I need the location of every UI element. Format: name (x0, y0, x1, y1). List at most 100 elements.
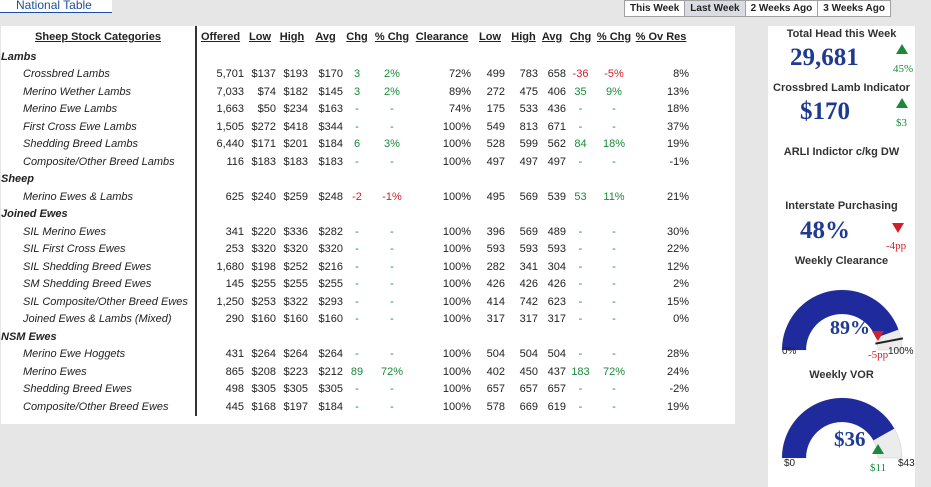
table-row[interactable]: SM Shedding Breed Ewes 145 $255 $255 $255- -1… (1, 275, 689, 293)
high-ckg-cell: 657 (519, 383, 538, 396)
table-row[interactable]: Shedding Breed Ewes 498 $305 $305 $305- -100%… (1, 380, 689, 398)
avg-ckg-cell: 658 (547, 68, 566, 81)
offered-cell: 145 (225, 278, 244, 291)
low-cell: $240 (251, 190, 276, 203)
col-header-pct-chg[interactable]: % Chg (371, 26, 413, 48)
table-row[interactable]: SIL Shedding Breed Ewes 1,680 $198 $252 $216… (1, 258, 689, 276)
high-ckg-cell: 593 (519, 243, 538, 256)
col-header-clearance[interactable]: Clearance (413, 26, 471, 48)
col-header-high-ckg[interactable]: High (509, 26, 538, 48)
low-ckg-cell: 426 (486, 278, 505, 291)
col-header-chg-ckg[interactable]: Chg (566, 26, 595, 48)
clearance-cell: 100% (442, 243, 471, 256)
low-ckg-cell: 317 (486, 313, 505, 326)
avg-cell: $145 (318, 85, 343, 98)
table-row[interactable]: Merino Ewe Hoggets 431 $264 $264 $264- -100% 5… (1, 345, 689, 363)
empty-cell (509, 206, 538, 224)
offered-cell: 1,505 (216, 120, 244, 133)
table-row[interactable]: Shedding Breed Lambs 6,440 $171 $201 $184 6 3%… (1, 135, 689, 153)
chg-ckg-cell: - (578, 260, 583, 273)
low-cell: $253 (251, 295, 276, 308)
high-cell: $305 (283, 383, 308, 396)
chg-cell: 3 (353, 68, 361, 81)
col-header-offered[interactable]: Offered (196, 26, 244, 48)
high-cell: $193 (283, 68, 308, 81)
chg-cell: 6 (353, 138, 361, 151)
pct-chg-ckg-cell: 9% (606, 85, 622, 98)
empty-cell (276, 171, 308, 189)
ov-res-cell: -2% (669, 383, 689, 396)
empty-cell (371, 206, 413, 224)
col-header-ov-res[interactable]: % Ov Res (633, 26, 689, 48)
table-group-row: Lambs (1, 48, 689, 66)
empty-cell (276, 328, 308, 346)
col-header-low[interactable]: Low (244, 26, 276, 48)
offered-cell: 445 (225, 400, 244, 413)
col-header-high[interactable]: High (276, 26, 308, 48)
table-row[interactable]: Merino Wether Lambs 7,033 $74 $182 $145 3 2% 89… (1, 83, 689, 101)
low-cell: $320 (251, 243, 276, 256)
col-header-pct-chg-ckg[interactable]: % Chg (595, 26, 633, 48)
chg-ckg-cell: - (578, 155, 583, 168)
pct-chg-ckg-cell: - (612, 383, 616, 396)
table-row[interactable]: Merino Ewe Lambs 1,663 $50 $234 $163- -74% 175… (1, 100, 689, 118)
empty-cell (509, 48, 538, 66)
empty-cell (413, 171, 471, 189)
category-cell: Merino Ewe Hoggets (1, 345, 197, 363)
avg-ckg-cell: 436 (547, 103, 566, 116)
table-row[interactable]: Composite/Other Breed Lambs 116 $183 $183 $1… (1, 153, 689, 171)
offered-cell: 341 (225, 225, 244, 238)
week-tab-this-week[interactable]: This Week (624, 0, 686, 17)
col-header-low-ckg[interactable]: Low (471, 26, 509, 48)
table-row[interactable]: Merino Ewes 865 $208 $223 $212 89 72% 100% 402 45… (1, 363, 689, 381)
week-tab-2-weeks-ago[interactable]: 2 Weeks Ago (744, 0, 819, 17)
col-header-category[interactable]: Sheep Stock Categories (1, 26, 197, 48)
offered-cell: 6,440 (216, 138, 244, 151)
pct-chg-cell: - (390, 225, 394, 238)
high-cell: $160 (283, 313, 308, 326)
offered-cell: 1,680 (216, 260, 244, 273)
clearance-cell: 100% (442, 383, 471, 396)
high-ckg-cell: 450 (519, 365, 538, 378)
avg-ckg-cell: 539 (547, 190, 566, 203)
table-row[interactable]: Crossbred Lambs 5,701 $137 $193 $170 3 2% 72% 49… (1, 65, 689, 83)
avg-ckg-cell: 619 (547, 400, 566, 413)
table-group-row: NSM Ewes (1, 328, 689, 346)
clearance-cell: 72% (448, 68, 471, 81)
avg-ckg-cell: 671 (547, 120, 566, 133)
empty-cell (244, 328, 276, 346)
col-header-chg[interactable]: Chg (343, 26, 371, 48)
ov-res-cell: 22% (666, 243, 689, 256)
pct-chg-cell: - (390, 103, 394, 116)
table-group-row: Joined Ewes (1, 205, 689, 224)
empty-cell (538, 48, 566, 66)
empty-cell (633, 328, 689, 346)
avg-cell: $293 (318, 295, 343, 308)
table-row[interactable]: SIL Merino Ewes 341 $220 $336 $282- -100% 396 5… (1, 223, 689, 241)
table-row[interactable]: Composite/Other Breed Ewes 445 $168 $197 $18… (1, 398, 689, 416)
avg-ckg-cell: 489 (547, 225, 566, 238)
pct-chg-cell: - (390, 348, 394, 361)
chg-cell: - (355, 348, 359, 361)
low-cell: $255 (251, 278, 276, 291)
table-row[interactable]: Merino Ewes & Lambs 625 $240 $259 $248 -2 -1% 1… (1, 188, 689, 206)
pct-chg-cell: - (390, 120, 394, 133)
table-row[interactable]: Joined Ewes & Lambs (Mixed) 290 $160 $160 $1… (1, 310, 689, 328)
chg-cell: - (355, 120, 359, 133)
chg-ckg-cell: - (578, 295, 583, 308)
col-header-avg[interactable]: Avg (308, 26, 343, 48)
empty-cell (371, 171, 413, 189)
week-tab-last-week[interactable]: Last Week (684, 0, 746, 17)
week-tab-3-weeks-ago[interactable]: 3 Weeks Ago (817, 0, 891, 17)
empty-cell (633, 206, 689, 224)
chg-ckg-cell: - (578, 383, 583, 396)
low-cell: $160 (251, 313, 276, 326)
category-cell: Composite/Other Breed Ewes (1, 398, 197, 416)
table-row[interactable]: SIL Composite/Other Breed Ewes 1,250 $253 $… (1, 293, 689, 311)
table-row[interactable]: First Cross Ewe Lambs 1,505 $272 $418 $344- -… (1, 118, 689, 136)
empty-cell (566, 328, 595, 346)
col-header-avg-ckg[interactable]: Avg (538, 26, 566, 48)
offered-cell: 1,663 (216, 103, 244, 116)
table-row[interactable]: SIL First Cross Ewes 253 $320 $320 $320- -100… (1, 240, 689, 258)
national-table-tab[interactable]: National Table (0, 0, 112, 13)
